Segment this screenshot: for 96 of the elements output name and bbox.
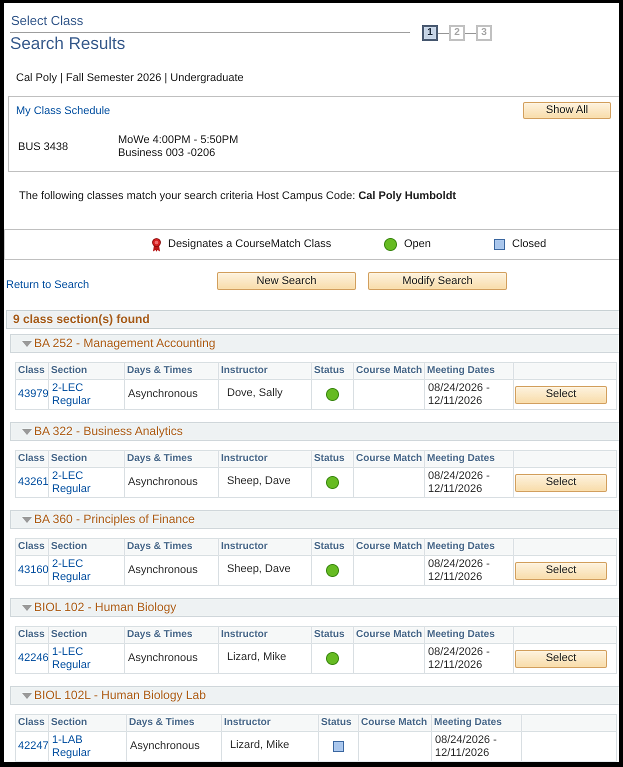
column-header: Status bbox=[312, 538, 354, 556]
column-header: Section bbox=[48, 450, 124, 468]
column-header: Class bbox=[16, 362, 48, 380]
collapse-triangle-icon[interactable] bbox=[22, 516, 32, 522]
show-all-button[interactable]: Show All bbox=[523, 102, 611, 119]
column-header: Instructor bbox=[218, 626, 312, 644]
course-title: BIOL 102 - Human Biology bbox=[34, 600, 176, 615]
class-number-link[interactable]: 43160 bbox=[18, 564, 49, 576]
page-title: Select Class bbox=[10, 13, 84, 29]
table-cell: Sheep, Dave bbox=[218, 468, 312, 498]
column-header: Days & Times bbox=[124, 450, 218, 468]
schedule-detail-text: MoWe 4:00PM - 5:50PM bbox=[118, 134, 238, 147]
column-header: Section bbox=[48, 538, 124, 556]
table-cell: 08/24/2026 - 12/11/2026 bbox=[432, 732, 522, 762]
search-action-button[interactable]: Modify Search bbox=[368, 272, 507, 290]
select-button[interactable]: Select bbox=[515, 474, 607, 492]
column-header: Days & Times bbox=[124, 538, 218, 556]
section-link[interactable]: 2-LEC Regular bbox=[52, 558, 91, 584]
award-ribbon-icon bbox=[152, 238, 161, 252]
column-header: Course Match bbox=[354, 626, 424, 644]
results-count-bar: 9 class section(s) found bbox=[6, 310, 619, 329]
step-box: 3 bbox=[476, 25, 492, 41]
select-button[interactable]: Select bbox=[515, 562, 607, 580]
step-box: 1 bbox=[422, 25, 438, 41]
column-header: Course Match bbox=[358, 714, 432, 732]
step-box: 2 bbox=[449, 25, 465, 41]
column-header: Instructor bbox=[218, 538, 312, 556]
section-link[interactable]: 2-LEC Regular bbox=[52, 382, 91, 408]
collapse-triangle-icon[interactable] bbox=[22, 692, 32, 698]
column-header: Class bbox=[16, 714, 48, 732]
column-header: Meeting Dates bbox=[432, 714, 522, 732]
page-subtitle: Search Results bbox=[10, 34, 126, 54]
schedule-link[interactable]: My Class Schedule bbox=[16, 105, 110, 118]
select-button[interactable]: Select bbox=[515, 650, 607, 668]
select-button[interactable]: Select bbox=[515, 386, 607, 404]
column-header: Days & Times bbox=[124, 626, 218, 644]
column-header: Class bbox=[16, 538, 48, 556]
column-header: Instructor bbox=[218, 450, 312, 468]
closed-status-icon bbox=[494, 239, 505, 250]
column-header: Section bbox=[48, 714, 126, 732]
table-cell: Asynchronous bbox=[126, 732, 222, 762]
table-cell: Asynchronous bbox=[124, 468, 218, 498]
context-text: Cal Poly | Fall Semester 2026 | Undergraduate bbox=[16, 72, 244, 85]
course-code-text: BUS 3438 bbox=[18, 140, 68, 154]
table-cell: Asynchronous bbox=[124, 380, 218, 410]
column-header: Meeting Dates bbox=[424, 450, 514, 468]
class-number-link[interactable]: 43979 bbox=[18, 388, 49, 400]
legend-label: Designates a CourseMatch Class bbox=[168, 238, 332, 251]
section-link[interactable]: 1-LEC Regular bbox=[52, 646, 91, 672]
column-header: Meeting Dates bbox=[424, 538, 514, 556]
column-header: Status bbox=[318, 714, 358, 732]
column-header: Instructor bbox=[222, 714, 318, 732]
table-cell: Asynchronous bbox=[124, 556, 218, 586]
table-cell: 08/24/2026 - 12/11/2026 bbox=[424, 644, 514, 674]
legend-label: Open bbox=[404, 238, 431, 251]
criteria-text: The following classes match your search criteria Host Campus Code: Cal Poly Humboldt bbox=[19, 190, 456, 203]
column-header: Course Match bbox=[354, 450, 424, 468]
course-title: BA 252 - Management Accounting bbox=[34, 336, 216, 351]
search-action-button[interactable]: New Search bbox=[217, 272, 356, 290]
course-title: BA 360 - Principles of Finance bbox=[34, 512, 195, 527]
return-link[interactable]: Return to Search bbox=[6, 279, 90, 292]
column-header: Status bbox=[312, 450, 354, 468]
table-cell: 08/24/2026 - 12/11/2026 bbox=[424, 556, 514, 586]
section-link[interactable]: 1-LAB Regular bbox=[52, 734, 91, 760]
table-cell: Sheep, Dave bbox=[218, 556, 312, 586]
table-cell: Lizard, Mike bbox=[222, 732, 318, 762]
column-header: Class bbox=[16, 626, 48, 644]
course-title: BA 322 - Business Analytics bbox=[34, 424, 183, 439]
collapse-triangle-icon[interactable] bbox=[22, 340, 32, 346]
class-number-link[interactable]: 42246 bbox=[18, 652, 49, 664]
column-header: Section bbox=[48, 362, 124, 380]
column-header: Meeting Dates bbox=[424, 626, 514, 644]
legend-label: Closed bbox=[512, 238, 546, 251]
class-number-link[interactable]: 43261 bbox=[18, 476, 49, 488]
schedule-detail-text: Business 003 -0206 bbox=[118, 147, 216, 160]
table-cell: 08/24/2026 - 12/11/2026 bbox=[424, 468, 514, 498]
section-link[interactable]: 2-LEC Regular bbox=[52, 470, 91, 496]
column-header: Status bbox=[312, 626, 354, 644]
class-number-link[interactable]: 42247 bbox=[18, 740, 49, 752]
table-cell: 08/24/2026 - 12/11/2026 bbox=[424, 380, 514, 410]
column-header: Days & Times bbox=[126, 714, 222, 732]
column-header: Section bbox=[48, 626, 124, 644]
collapse-triangle-icon[interactable] bbox=[22, 604, 32, 610]
open-status-icon bbox=[384, 238, 397, 251]
table-cell: Lizard, Mike bbox=[218, 644, 312, 674]
column-header: Status bbox=[312, 362, 354, 380]
column-header: Meeting Dates bbox=[424, 362, 514, 380]
column-header: Days & Times bbox=[124, 362, 218, 380]
column-header: Course Match bbox=[354, 362, 424, 380]
column-header: Course Match bbox=[354, 538, 424, 556]
column-header: Class bbox=[16, 450, 48, 468]
course-title: BIOL 102L - Human Biology Lab bbox=[34, 688, 206, 703]
table-cell: Asynchronous bbox=[124, 644, 218, 674]
collapse-triangle-icon[interactable] bbox=[22, 428, 32, 434]
table-cell: Dove, Sally bbox=[218, 380, 312, 410]
column-header: Instructor bbox=[218, 362, 312, 380]
